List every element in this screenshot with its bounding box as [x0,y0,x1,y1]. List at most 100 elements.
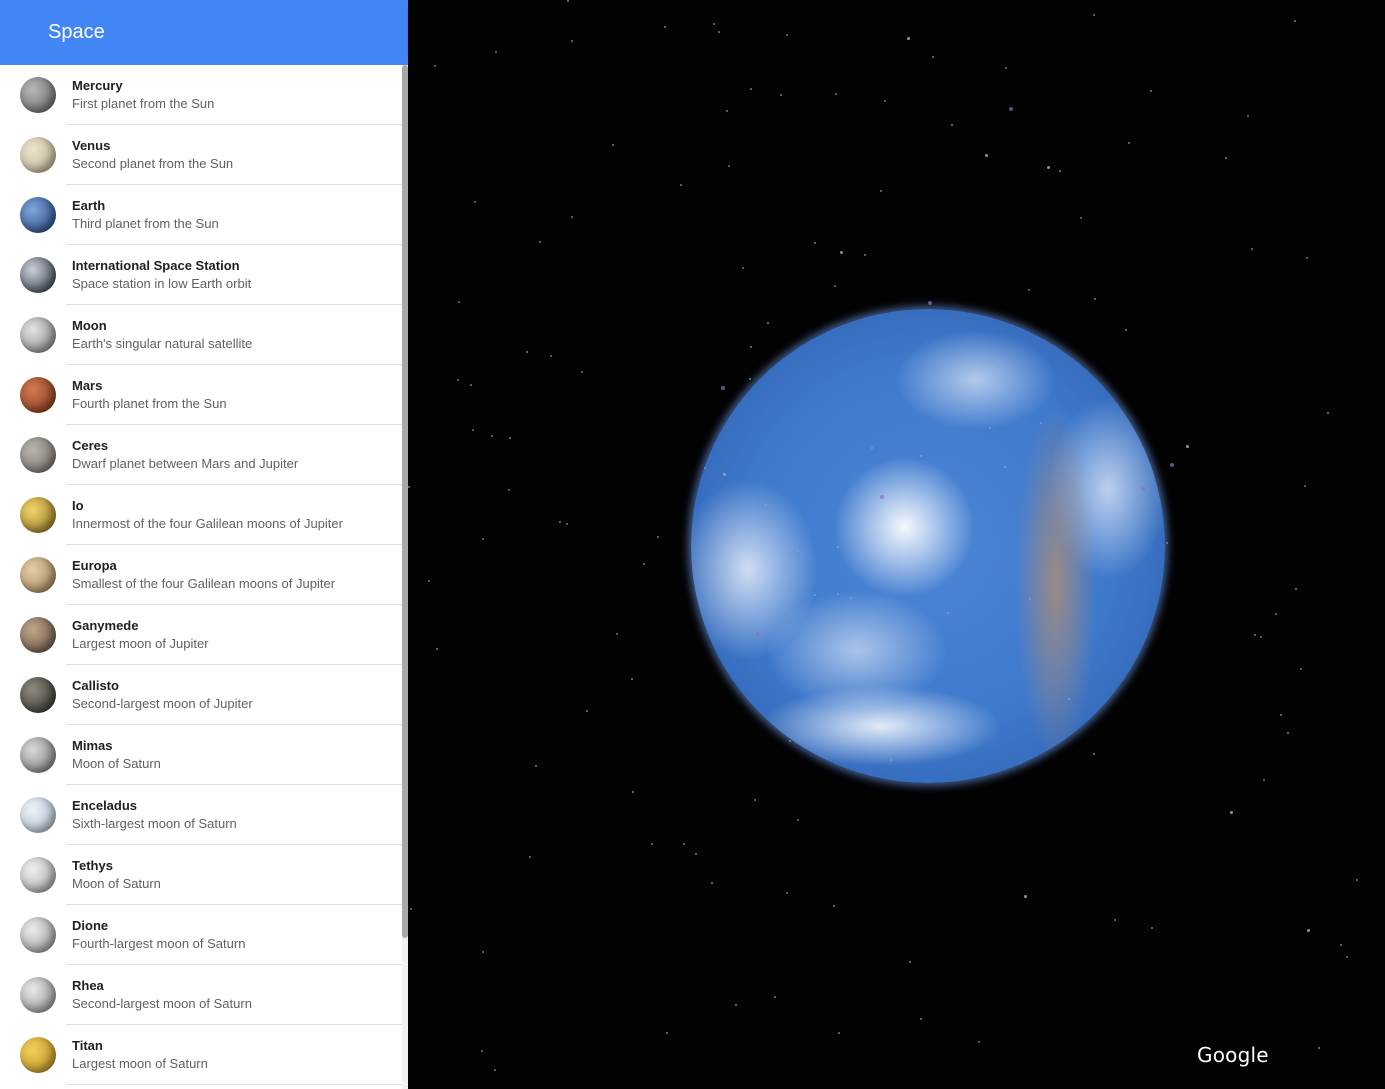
mars-thumbnail [20,377,56,413]
list-item-mercury[interactable]: Mercury First planet from the Sun [0,65,402,125]
star [434,65,436,67]
item-description: Fourth-largest moon of Saturn [72,936,246,951]
star [481,1050,483,1052]
star [1080,217,1082,219]
list-item-ceres[interactable]: Ceres Dwarf planet between Mars and Jupit… [0,425,402,485]
item-name: Europa [72,558,117,573]
star [1294,20,1296,22]
star [566,523,568,525]
star [1128,142,1130,144]
google-logo: Google [1197,1043,1269,1067]
list-item-rhea[interactable]: Rhea Second-largest moon of Saturn [0,965,402,1025]
list-item-ganymede[interactable]: Ganymede Largest moon of Jupiter [0,605,402,665]
star [1247,115,1249,117]
star [657,536,659,538]
list-item-titan[interactable]: Titan Largest moon of Saturn [0,1025,402,1085]
star [529,856,531,858]
star [643,563,645,565]
star [1047,166,1050,169]
star [1260,636,1262,638]
item-name: Mimas [72,738,113,753]
list-item-tethys[interactable]: Tethys Moon of Saturn [0,845,402,905]
star [1340,944,1342,946]
star [754,799,756,801]
list-item-earth[interactable]: Earth Third planet from the Sun [0,185,402,245]
item-name: Dione [72,918,109,933]
list-item-mars[interactable]: Mars Fourth planet from the Sun [0,365,402,425]
item-name: Moon [72,318,107,333]
star [1059,170,1061,172]
star [978,1041,980,1043]
space-viewport[interactable] [408,0,1385,1089]
star [721,386,725,390]
star [920,455,922,457]
star [1251,248,1253,250]
list-item-europa[interactable]: Europa Smallest of the four Galilean moon… [0,545,402,605]
star [928,301,932,305]
star [631,678,633,680]
item-name: Ceres [72,438,109,453]
star [586,710,588,712]
star [571,216,573,218]
star [786,892,788,894]
star [472,429,474,431]
star [526,351,528,353]
star [1287,732,1289,734]
sidebar-title: Space [48,21,105,43]
star [494,1069,496,1071]
star [1170,463,1174,467]
star [932,56,934,58]
star [704,467,706,469]
list-item-moon[interactable]: Moon Earth's singular natural satellite [0,305,402,365]
item-description: Smallest of the four Galilean moons of J… [72,576,336,591]
star [723,473,726,476]
star [1356,879,1358,881]
callisto-thumbnail [20,677,56,713]
list-item-dione[interactable]: Dione Fourth-largest moon of Saturn [0,905,402,965]
item-name: Tethys [72,858,113,873]
list-item-mimas[interactable]: Mimas Moon of Saturn [0,725,402,785]
list-item-enceladus[interactable]: Enceladus Sixth-largest moon of Saturn [0,785,402,845]
star [1093,753,1095,755]
list-item-callisto[interactable]: Callisto Second-largest moon of Jupiter [0,665,402,725]
celestial-body-list: Mercury First planet from the Sun Venus Sec… [0,65,402,1085]
earth-globe[interactable] [691,309,1165,783]
star [1141,487,1145,491]
earth-thumbnail [20,197,56,233]
star [664,26,666,28]
star [616,633,618,635]
star [458,301,460,303]
star [410,908,412,910]
mercury-thumbnail [20,77,56,113]
item-description: Dwarf planet between Mars and Jupiter [72,456,299,471]
star [773,583,775,585]
star [919,569,921,571]
list-item-venus[interactable]: Venus Second planet from the Sun [0,125,402,185]
star [920,1018,922,1020]
star [1040,422,1042,424]
star [1094,298,1096,300]
moon-thumbnail [20,317,56,353]
star [713,23,715,25]
star [890,759,892,761]
star [1306,257,1308,259]
europa-thumbnail [20,557,56,593]
mimas-thumbnail [20,737,56,773]
star [1068,698,1070,700]
item-name: Venus [72,138,111,153]
star [767,322,769,324]
star [837,593,839,595]
list-item-io[interactable]: Io Innermost of the four Galilean moons o… [0,485,402,545]
list-item-international-space-station[interactable]: International Space Station Space station… [0,245,402,305]
star [880,495,884,499]
rhea-thumbnail [20,977,56,1013]
star [756,632,760,636]
item-name: Earth [72,198,106,213]
item-description: Fourth planet from the Sun [72,396,227,411]
star [834,285,836,287]
star [474,201,476,203]
star [1093,14,1095,16]
star [985,154,988,157]
star [632,791,634,793]
star [651,843,653,845]
